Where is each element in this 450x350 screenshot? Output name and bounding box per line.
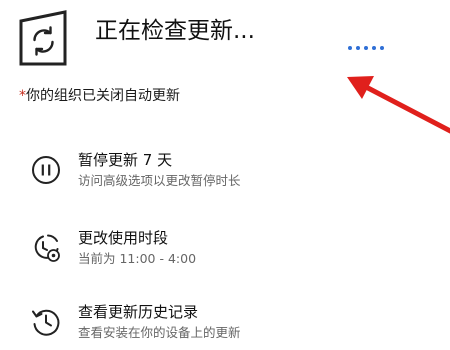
active-hours-option[interactable]: 更改使用时段 当前为 11:00 - 4:00 <box>30 228 430 272</box>
required-asterisk: * <box>19 88 26 104</box>
option-subtitle: 查看安装在你的设备上的更新 <box>78 325 241 340</box>
policy-note: *你的组织已关闭自动更新 <box>19 86 180 106</box>
update-history-option[interactable]: 查看更新历史记录 查看安装在你的设备上的更新 <box>30 302 430 346</box>
pause-icon <box>30 154 62 186</box>
progress-dots-indicator <box>348 46 384 50</box>
active-hours-icon <box>30 232 62 264</box>
option-title: 暂停更新 7 天 <box>78 151 173 169</box>
option-subtitle: 访问高级选项以更改暂停时长 <box>78 173 241 188</box>
update-status-title: 正在检查更新... <box>95 18 255 44</box>
history-icon <box>30 306 62 338</box>
option-title: 更改使用时段 <box>78 229 169 247</box>
option-subtitle: 当前为 11:00 - 4:00 <box>78 251 197 266</box>
policy-note-text: 你的组织已关闭自动更新 <box>26 88 180 104</box>
pause-updates-option[interactable]: 暂停更新 7 天 访问高级选项以更改暂停时长 <box>30 150 430 194</box>
sync-icon <box>19 10 69 66</box>
option-title: 查看更新历史记录 <box>78 303 199 321</box>
